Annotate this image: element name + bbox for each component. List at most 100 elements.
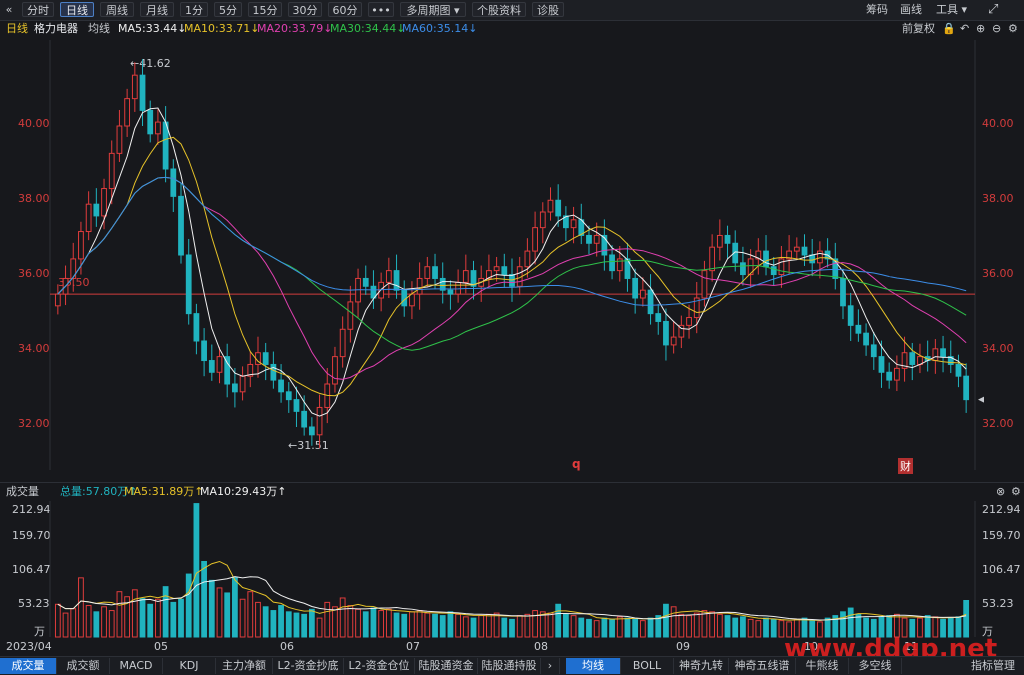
candle-body: [316, 406, 323, 436]
tab-volume[interactable]: 成交量: [0, 658, 57, 674]
tab-hk-connect-hold[interactable]: 陆股通持股: [478, 658, 541, 674]
volume-bar: [324, 601, 331, 638]
volume-bar: [493, 612, 500, 638]
candle-body: [416, 277, 423, 295]
volume-bar: [547, 612, 554, 638]
candle-body: [809, 254, 816, 264]
candle-body: [108, 152, 115, 190]
candle-body: [724, 234, 731, 244]
candle-body: [801, 246, 808, 256]
volume-bar: [624, 617, 631, 638]
volume-bar: [470, 617, 477, 638]
candle-body: [347, 301, 354, 330]
volume-bar: [755, 620, 762, 638]
candle-body: [447, 289, 454, 295]
tab-ma[interactable]: 均线: [566, 658, 621, 674]
indicator-manage-button[interactable]: 指标管理: [962, 658, 1024, 674]
candle-body: [232, 383, 238, 393]
chevron-right-icon[interactable]: ›: [541, 658, 560, 674]
tab-long-short[interactable]: 多空线: [849, 658, 902, 674]
candle-body: [285, 391, 292, 401]
candle-body: [178, 195, 184, 256]
candle-body: [701, 270, 708, 299]
volume-bar: [108, 610, 115, 638]
candle-body: [555, 199, 562, 217]
volume-bar: [847, 607, 854, 638]
volume-bar: [716, 613, 723, 638]
volume-bar: [424, 612, 431, 638]
candle-body: [270, 363, 277, 381]
tab-boll[interactable]: BOLL: [621, 658, 674, 674]
candle-body: [932, 348, 939, 362]
volume-bar: [416, 610, 423, 638]
volume-bar: [663, 603, 669, 638]
candle-body: [909, 352, 916, 365]
volume-bar: [285, 611, 292, 638]
indicator-tabbar: 成交量 成交额 MACD KDJ 主力净额 L2-资金抄底 L2-资金仓位 陆股…: [0, 656, 1024, 675]
candle-body: [863, 332, 869, 346]
volume-bar: [62, 612, 69, 638]
volume-bar: [447, 611, 454, 638]
volume-bar: [378, 610, 385, 638]
volume-bar: [455, 613, 462, 638]
candle-body: [185, 254, 192, 315]
volume-bar: [385, 608, 392, 638]
candle-body: [424, 266, 431, 279]
volume-bar: [262, 606, 269, 638]
candle-body: [78, 231, 84, 260]
tab-magic-five[interactable]: 神奇五线谱: [729, 658, 796, 674]
tab-main-net[interactable]: 主力净额: [216, 658, 273, 674]
tab-macd[interactable]: MACD: [110, 658, 163, 674]
candle-body: [208, 360, 215, 373]
candle-body: [524, 250, 531, 268]
candle-body: [955, 363, 962, 377]
candle-body: [632, 277, 639, 299]
volume-bar: [162, 586, 169, 638]
volume-bar: [70, 608, 77, 638]
candle-body: [139, 74, 146, 111]
candle-body: [54, 293, 61, 307]
volume-bar: [224, 592, 231, 638]
candle-body: [532, 227, 538, 252]
volume-bar: [578, 617, 585, 638]
candle-body: [393, 270, 400, 291]
volume-bar: [532, 610, 538, 638]
volume-bar: [355, 608, 361, 638]
volume-bar: [216, 587, 223, 638]
candle-body: [409, 293, 415, 307]
candle-body: [385, 270, 392, 283]
candle-body: [716, 234, 723, 248]
tab-bull-bear[interactable]: 牛熊线: [796, 658, 849, 674]
volume-bar: [763, 617, 769, 638]
volume-bar: [347, 605, 354, 638]
tab-l2-position[interactable]: L2-资金仓位: [344, 658, 415, 674]
tab-l2-bottom[interactable]: L2-资金抄底: [273, 658, 344, 674]
candle-body: [878, 356, 885, 373]
volume-bar: [740, 616, 746, 638]
tab-kdj[interactable]: KDJ: [163, 658, 216, 674]
volume-bar: [293, 612, 300, 638]
candle-body: [870, 344, 877, 358]
volume-bar: [193, 503, 200, 638]
volume-bar: [316, 617, 323, 638]
volume-bar: [647, 617, 654, 638]
volume-bar: [232, 576, 238, 638]
kline-chart[interactable]: [0, 0, 1024, 674]
candle-body: [963, 375, 970, 401]
volume-bar: [501, 617, 508, 638]
volume-bar: [185, 573, 192, 638]
volume-bar: [278, 605, 284, 638]
tab-turnover[interactable]: 成交额: [57, 658, 110, 674]
candle-body: [155, 121, 161, 135]
volume-bar: [393, 612, 400, 638]
volume-bar: [432, 613, 438, 638]
tab-hk-connect-fund[interactable]: 陆股通资金: [415, 658, 478, 674]
volume-bar: [54, 603, 61, 638]
candle-body: [147, 109, 154, 135]
candle-body: [840, 277, 846, 307]
tab-magic-nine[interactable]: 神奇九转: [674, 658, 729, 674]
candle-body: [131, 74, 138, 100]
volume-bar: [963, 600, 970, 638]
volume-bar: [339, 597, 346, 638]
volume-bar: [401, 613, 408, 638]
